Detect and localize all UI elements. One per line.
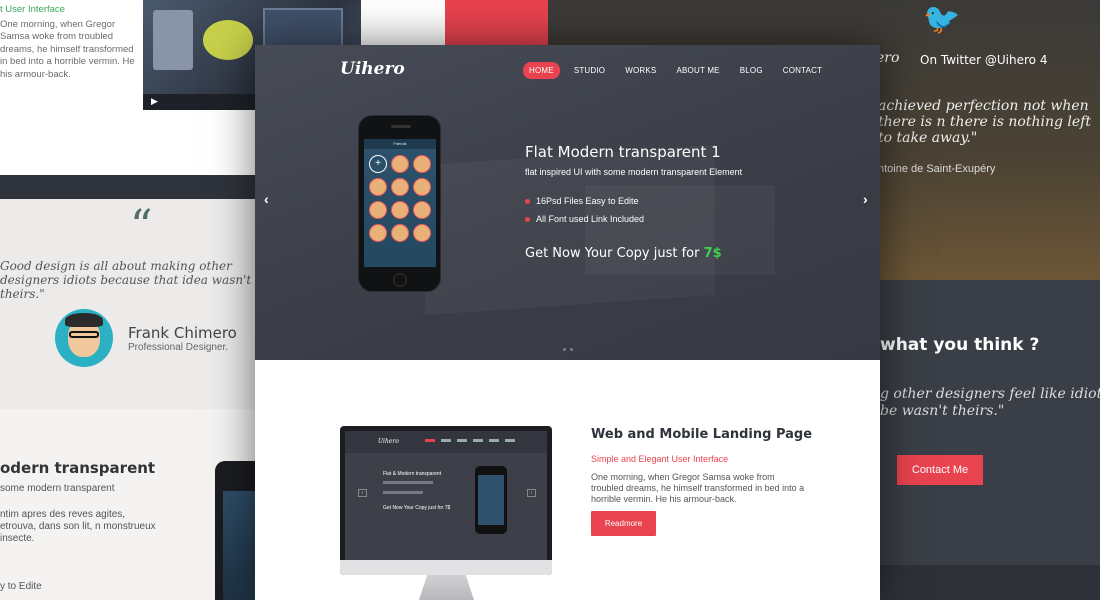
hero-slider: Uihero HOME STUDIO WORKS ABOUT ME BLOG C… <box>255 45 880 360</box>
testimonial-role: Professional Designer. <box>128 342 229 353</box>
monitor-title: Flat & Modern transparent <box>383 471 442 477</box>
nav-item-blog[interactable]: BLOG <box>734 62 769 79</box>
feature-subtitle: Simple and Elegant User Interface <box>591 454 729 464</box>
bg-quote: achieved perfection not when there is n … <box>878 98 1091 146</box>
site-logo[interactable]: Uihero <box>340 59 405 79</box>
bg-footer-band <box>880 565 1100 600</box>
slide-bullets: 16Psd Files Easy to Edite All Font used … <box>525 196 644 232</box>
bg-line-1: some modern transparent <box>0 483 115 494</box>
phone-mockup: Friends + <box>358 115 441 292</box>
monitor-next-icon: › <box>527 489 536 497</box>
nav-item-about-me[interactable]: ABOUT ME <box>670 62 725 79</box>
monitor-cta: Get Now Your Copy just for 7$ <box>383 505 451 511</box>
feature-title: Web and Mobile Landing Page <box>591 427 813 442</box>
list-item: 16Psd Files Easy to Edite <box>525 196 644 206</box>
bg-heading: odern transparent <box>0 459 156 477</box>
nav-item-works[interactable]: WORKS <box>619 62 662 79</box>
add-icon: + <box>369 155 387 173</box>
bullet-icon <box>525 216 530 222</box>
bg-tag: t User Interface <box>0 4 65 15</box>
bg-contact-quote: g other designers feel like idiots be wa… <box>880 386 1100 419</box>
contact-me-button[interactable]: Contact Me <box>897 455 983 485</box>
feature-body: One morning, when Gregor Samsa woke from… <box>591 472 805 504</box>
monitor-logo: Uihero <box>378 438 399 445</box>
play-icon: ▶ <box>151 96 158 106</box>
slide-subtitle: flat inspired UI with some modern transp… <box>525 167 743 177</box>
testimonial-name: Frank Chimero <box>128 324 237 342</box>
phone-topbar: Friends <box>364 139 436 149</box>
nav-item-contact[interactable]: CONTACT <box>777 62 828 79</box>
bg-blurb: t User Interface One morning, when Grego… <box>0 4 140 81</box>
twitter-icon: 🐦 <box>923 3 961 36</box>
monitor-mockup: Uihero Flat & Modern transparent Get Now… <box>340 426 552 575</box>
bg-contact-heading: what you think ? <box>880 335 1040 355</box>
monitor-stand <box>419 575 474 600</box>
bg-body: One morning, when Gregor Samsa woke from… <box>0 18 135 80</box>
bg-line-3: y to Edite <box>0 581 42 592</box>
main-nav: HOME STUDIO WORKS ABOUT ME BLOG CONTACT <box>523 62 828 79</box>
pager-dot[interactable] <box>563 348 566 351</box>
slide-title: Flat Modern transparent 1 <box>525 143 721 161</box>
avatar <box>55 309 113 367</box>
monitor-prev-icon: ‹ <box>358 489 367 497</box>
list-item: All Font used Link Included <box>525 214 644 224</box>
cta-price: 7$ <box>703 246 722 261</box>
landing-page-card: Uihero HOME STUDIO WORKS ABOUT ME BLOG C… <box>255 45 880 600</box>
quote-mark-icon: “ <box>130 201 153 252</box>
feature-section: Uihero Flat & Modern transparent Get Now… <box>255 360 880 600</box>
slide-cta: Get Now Your Copy just for 7$ <box>525 246 722 261</box>
bullet-icon <box>525 198 530 204</box>
slider-next-arrow-icon[interactable]: › <box>863 191 868 207</box>
bg-line-2: ntim apres des reves agites, etrouva, da… <box>0 509 156 544</box>
bg-red-strip <box>445 0 548 50</box>
nav-item-home[interactable]: HOME <box>523 62 560 79</box>
bg-twitter-handle: On Twitter @Uihero 4 <box>920 53 1048 67</box>
nav-item-studio[interactable]: STUDIO <box>568 62 611 79</box>
bg-quote-author: ntoine de Saint-Exupéry <box>878 163 996 175</box>
cta-text: Get Now Your Copy just for <box>525 246 700 261</box>
slider-prev-arrow-icon[interactable]: ‹ <box>264 191 269 207</box>
readmore-button[interactable]: Readmore <box>591 511 656 536</box>
bg-panel-right-contact: what you think ? g other designers feel … <box>880 280 1100 600</box>
pager-dot[interactable] <box>570 348 573 351</box>
bg-testimonial-quote: Good design is all about making other de… <box>0 259 252 301</box>
slider-pager[interactable] <box>563 348 573 351</box>
